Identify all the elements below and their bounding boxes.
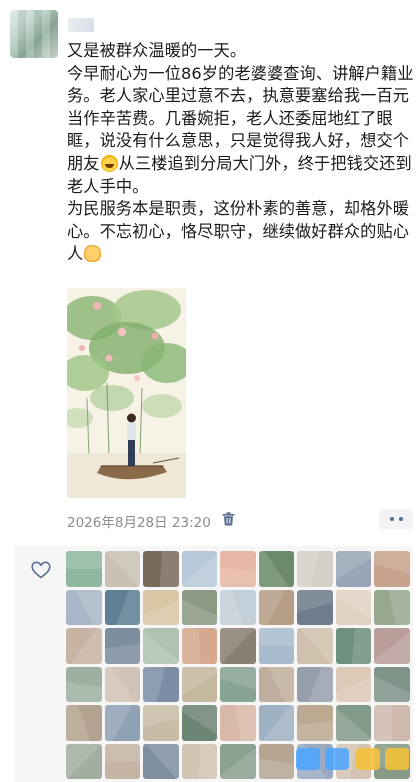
liker-avatar[interactable] — [220, 628, 256, 664]
post-content: 又是被群众温暖的一天。 今早耐心为一位86岁的老婆婆查询、讲解户籍业务。老人家心… — [67, 40, 417, 266]
laughing-tears-emoji-icon — [100, 154, 118, 172]
post-timestamp: 2026年8月28日 23:20 — [67, 515, 211, 531]
liker-avatar[interactable] — [143, 666, 179, 702]
liker-avatar[interactable] — [374, 705, 410, 741]
heart-outline-icon[interactable] — [31, 561, 51, 579]
liker-avatar[interactable] — [220, 743, 256, 779]
liker-avatar[interactable] — [66, 589, 102, 625]
liker-avatar[interactable] — [374, 551, 410, 587]
watermark-logo — [292, 742, 414, 776]
liker-avatar[interactable] — [220, 551, 256, 587]
liker-avatar[interactable] — [220, 589, 256, 625]
lotus-boat-illustration — [67, 288, 186, 498]
liker-avatar[interactable] — [66, 628, 102, 664]
liker-avatar[interactable] — [104, 666, 140, 702]
liker-avatar[interactable] — [297, 666, 333, 702]
liker-avatar[interactable] — [66, 666, 102, 702]
liker-avatar[interactable] — [258, 628, 294, 664]
raised-fist-emoji-icon — [84, 245, 102, 263]
liker-avatar[interactable] — [66, 705, 102, 741]
post-paragraph: 为民服务本是职责，这份朴素的善意，却格外暖心。不忘初心，恪尽职守，继续做好群众的… — [67, 198, 417, 266]
post-paragraph: 又是被群众温暖的一天。 — [67, 41, 247, 60]
liker-avatar[interactable] — [143, 628, 179, 664]
more-dot — [389, 517, 394, 521]
liker-avatar[interactable] — [258, 743, 294, 779]
post-paragraph: 今早耐心为一位86岁的老婆婆查询、讲解户籍业务。老人家心里过意不去，执意要塞给我… — [67, 63, 417, 199]
liker-avatar[interactable] — [335, 551, 371, 587]
post-image[interactable] — [67, 288, 186, 498]
post-paragraph-part: 从三楼追到分局大门外，终于把钱交还到老人手中。 — [67, 153, 412, 196]
liker-avatar[interactable] — [297, 628, 333, 664]
liker-avatar[interactable] — [220, 705, 256, 741]
liker-avatar[interactable] — [258, 551, 294, 587]
liker-avatar[interactable] — [258, 705, 294, 741]
liker-avatar[interactable] — [258, 666, 294, 702]
liker-avatar[interactable] — [104, 628, 140, 664]
liker-avatar[interactable] — [181, 628, 217, 664]
more-actions-button[interactable] — [379, 509, 413, 529]
liker-avatar[interactable] — [143, 589, 179, 625]
liker-avatar[interactable] — [66, 743, 102, 779]
liker-avatar[interactable] — [335, 628, 371, 664]
liker-avatar[interactable] — [104, 705, 140, 741]
liker-avatar[interactable] — [374, 589, 410, 625]
liker-avatar[interactable] — [181, 705, 217, 741]
liker-avatar[interactable] — [297, 705, 333, 741]
liker-avatar[interactable] — [374, 666, 410, 702]
poster-avatar[interactable] — [10, 10, 58, 58]
liker-avatar[interactable] — [104, 743, 140, 779]
liker-avatar[interactable] — [104, 551, 140, 587]
liker-avatar[interactable] — [181, 589, 217, 625]
liker-avatar[interactable] — [66, 551, 102, 587]
liker-avatar[interactable] — [143, 551, 179, 587]
trash-icon[interactable] — [222, 512, 235, 526]
liker-avatar[interactable] — [220, 666, 256, 702]
liker-avatar[interactable] — [104, 589, 140, 625]
liker-avatar[interactable] — [335, 666, 371, 702]
liker-avatar[interactable] — [297, 551, 333, 587]
liker-avatar[interactable] — [181, 551, 217, 587]
liker-avatar[interactable] — [258, 589, 294, 625]
more-dot — [398, 517, 403, 521]
watermark-graphic — [296, 748, 409, 770]
liker-avatar[interactable] — [143, 743, 179, 779]
liker-avatar[interactable] — [143, 705, 179, 741]
liker-avatar[interactable] — [181, 743, 217, 779]
post-paragraph-part: 为民服务本是职责，这份朴素的善意，却格外暖心。不忘初心，恪尽职守，继续做好群众的… — [67, 199, 410, 264]
liker-avatar[interactable] — [181, 666, 217, 702]
liker-avatar[interactable] — [335, 589, 371, 625]
liker-avatar[interactable] — [297, 589, 333, 625]
liker-avatar[interactable] — [374, 628, 410, 664]
poster-nickname[interactable] — [68, 18, 94, 32]
liker-avatar[interactable] — [335, 705, 371, 741]
